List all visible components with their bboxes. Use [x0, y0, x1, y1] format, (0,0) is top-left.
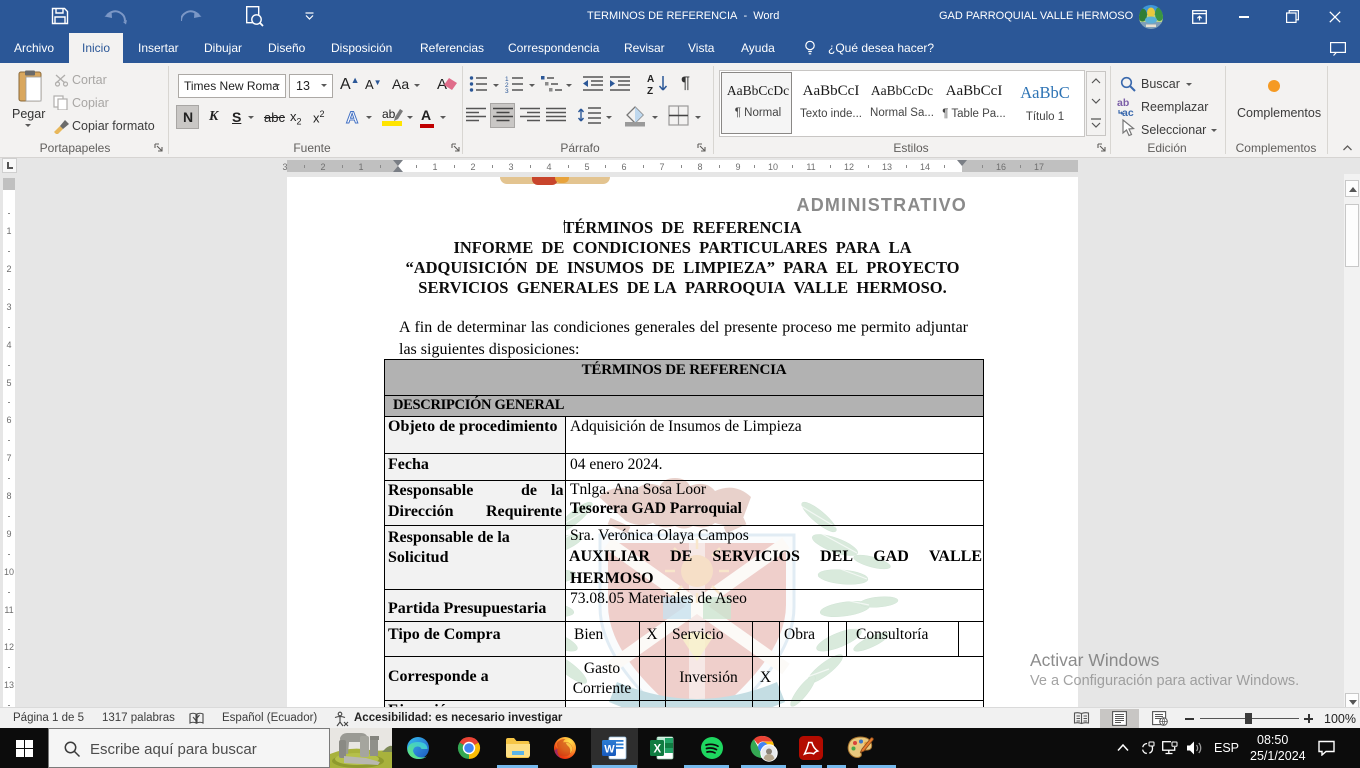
svg-text:ac: ac [1122, 107, 1134, 117]
svg-text:X: X [654, 744, 662, 756]
svg-text:W: W [604, 744, 615, 756]
svg-text:3: 3 [505, 88, 509, 93]
svg-text:A: A [346, 108, 358, 127]
svg-text:ab: ab [382, 107, 396, 121]
svg-text:Z: Z [647, 86, 653, 95]
svg-text:A: A [647, 74, 654, 85]
